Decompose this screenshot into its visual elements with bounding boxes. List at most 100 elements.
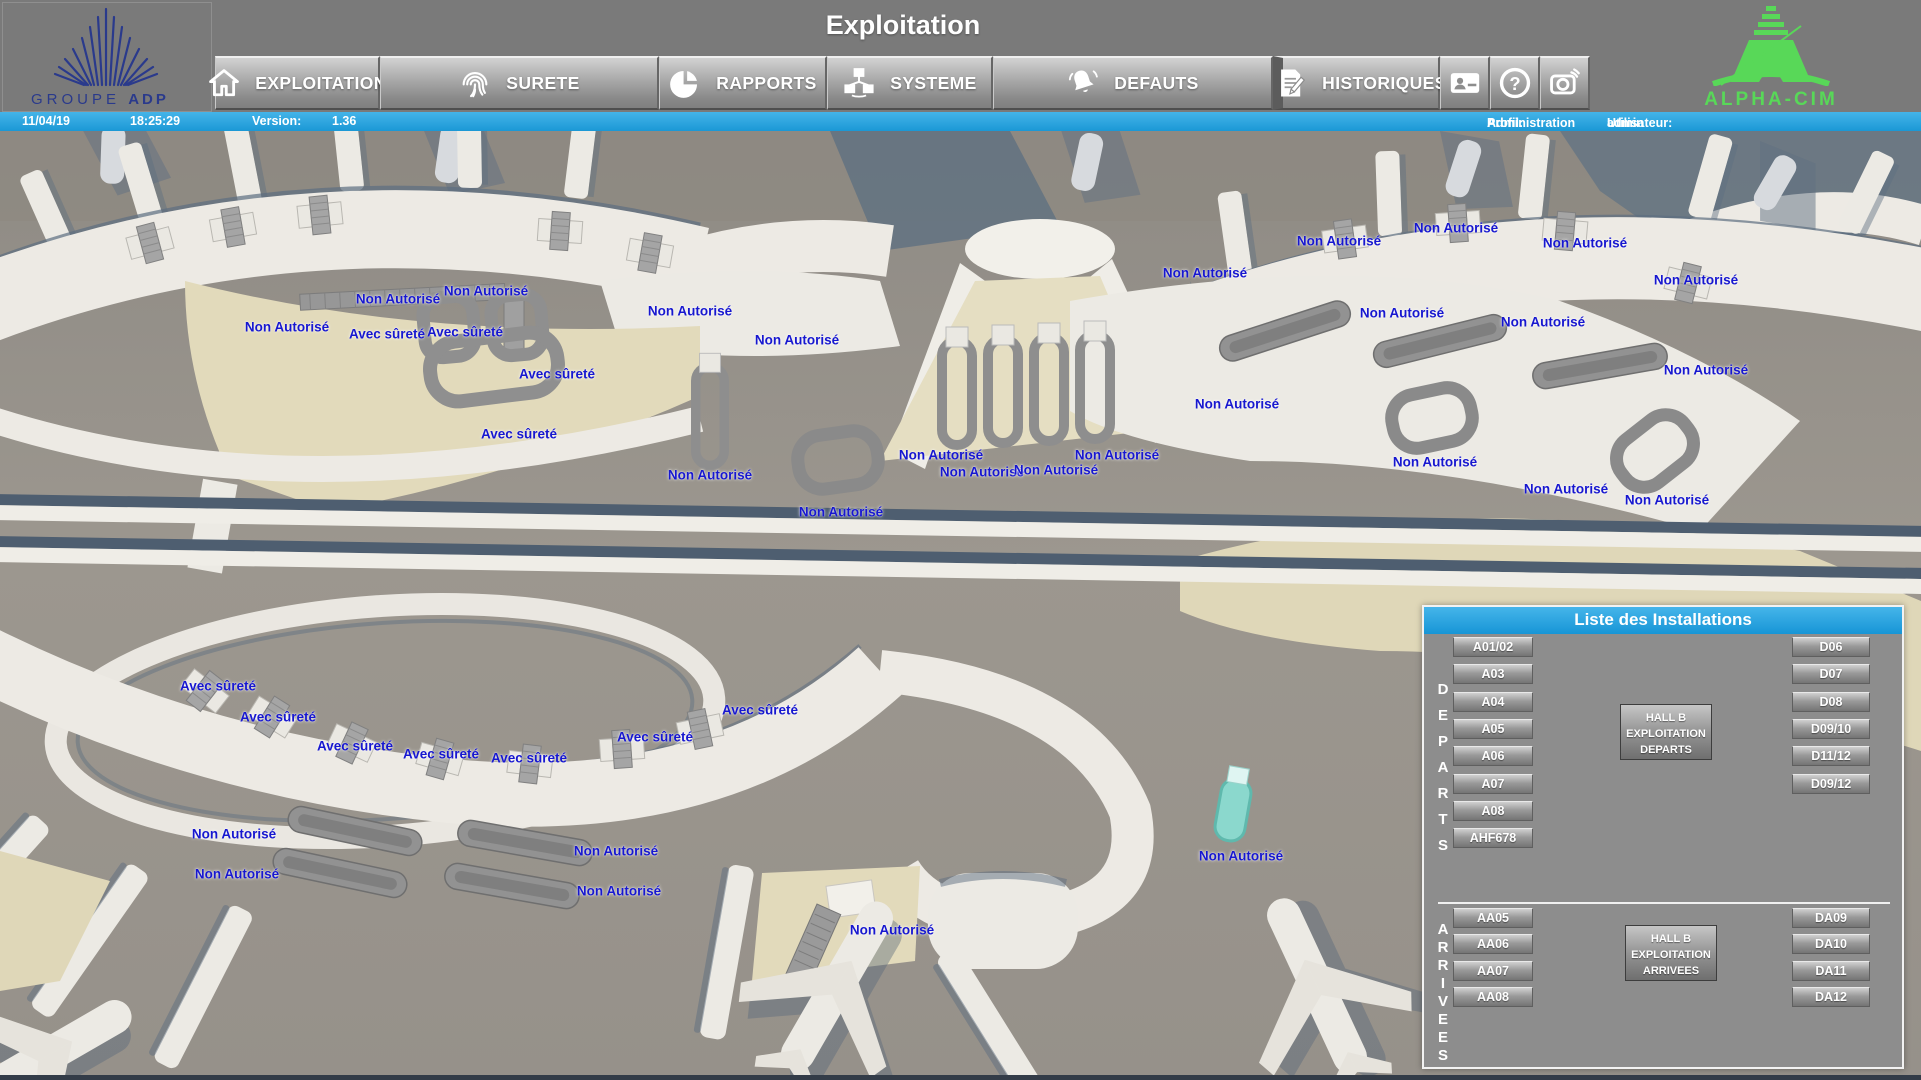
- alpha-cim-logo: ALPHA-CIM: [1661, 2, 1881, 110]
- nav-label: EXPLOITATION: [255, 73, 387, 94]
- map-status-label: Non Autorisé: [1664, 363, 1748, 378]
- version-value: 1.36: [332, 114, 356, 128]
- map-status-label: Non Autorisé: [1654, 273, 1738, 288]
- panel-divider: [1438, 902, 1890, 904]
- nav-label: HISTORIQUES: [1322, 73, 1447, 94]
- depart-installation-button[interactable]: D06: [1792, 637, 1870, 657]
- map-status-label: Non Autorisé: [356, 292, 440, 307]
- depart-installation-button[interactable]: A06: [1453, 746, 1533, 766]
- depart-installation-button[interactable]: A04: [1453, 692, 1533, 712]
- main-navigation: EXPLOITATION SURETE RAPPORTS SYSTEME DEFAUTS…: [215, 56, 1590, 110]
- groupe-adp-logo: GROUPE ADP: [2, 2, 212, 112]
- map-status-label: Non Autorisé: [1199, 849, 1283, 864]
- map-status-label: Avec sûreté: [403, 747, 479, 762]
- fingerprint-icon: [458, 66, 492, 100]
- map-status-label: Avec sûreté: [427, 325, 503, 340]
- installations-panel: Liste des Installations D E P A R T S A0…: [1422, 605, 1904, 1069]
- arrivee-installation-button[interactable]: DA12: [1792, 987, 1870, 1007]
- status-date: 11/04/19: [22, 114, 70, 128]
- depart-installation-button[interactable]: D08: [1792, 692, 1870, 712]
- depart-installation-button[interactable]: A05: [1453, 719, 1533, 739]
- alpha-cim-mark-icon: [1661, 2, 1881, 86]
- nav-button-defauts[interactable]: DEFAUTS: [993, 56, 1273, 110]
- arrivee-installation-button[interactable]: DA11: [1792, 961, 1870, 981]
- nav-button-rapports[interactable]: RAPPORTS: [659, 56, 827, 110]
- map-status-label: Non Autorisé: [1075, 448, 1159, 463]
- departs-vertical-label: D E P A R T S: [1432, 677, 1454, 859]
- svg-text:?: ?: [1509, 73, 1520, 94]
- map-status-label: Non Autorisé: [940, 465, 1024, 480]
- nav-button-systeme[interactable]: SYSTEME: [827, 56, 993, 110]
- map-status-label: Avec sûreté: [240, 710, 316, 725]
- depart-installation-button[interactable]: A01/02: [1453, 637, 1533, 657]
- map-status-label: Avec sûreté: [519, 367, 595, 382]
- depart-installation-button[interactable]: A08: [1453, 801, 1533, 821]
- panel-title: Liste des Installations: [1424, 607, 1902, 634]
- map-status-label: Non Autorisé: [192, 827, 276, 842]
- nav-button-historiques[interactable]: HISTORIQUES: [1273, 56, 1440, 110]
- depart-installation-button[interactable]: D11/12: [1792, 746, 1870, 766]
- map-status-label: Avec sûreté: [722, 703, 798, 718]
- arrivee-installation-button[interactable]: AA05: [1453, 908, 1533, 928]
- map-status-label: Avec sûreté: [349, 327, 425, 342]
- map-status-label: Non Autorisé: [1297, 234, 1381, 249]
- hall-b-departs-button[interactable]: HALL B EXPLOITATION DEPARTS: [1620, 704, 1712, 760]
- tool-button-badge[interactable]: [1440, 56, 1490, 110]
- tool-button-help[interactable]: ?: [1490, 56, 1540, 110]
- map-status-label: Non Autorisé: [799, 505, 883, 520]
- status-bar: 11/04/19 18:25:29 Version: 1.36 Profil: …: [0, 112, 1921, 131]
- status-time: 18:25:29: [130, 114, 180, 128]
- arrivee-installation-button[interactable]: DA10: [1792, 934, 1870, 954]
- hall-b-arrivees-button[interactable]: HALL B EXPLOITATION ARRIVEES: [1625, 925, 1717, 981]
- map-status-label: Non Autorisé: [1414, 221, 1498, 236]
- adp-spire-icon: [3, 3, 209, 89]
- map-status-label: Non Autorisé: [444, 284, 528, 299]
- arrivees-vertical-label: A R R I V E E S: [1432, 921, 1454, 1065]
- home-icon: [207, 66, 241, 100]
- nav-label: RAPPORTS: [716, 73, 816, 94]
- arrivee-installation-button[interactable]: AA06: [1453, 934, 1533, 954]
- help-icon: ?: [1498, 66, 1532, 100]
- map-status-label: Non Autorisé: [245, 320, 329, 335]
- depart-installation-button[interactable]: A07: [1453, 774, 1533, 794]
- arrivee-installation-button[interactable]: AA07: [1453, 961, 1533, 981]
- alpha-cim-wordmark: ALPHA-CIM: [1661, 89, 1881, 111]
- tool-button-snapshot[interactable]: [1540, 56, 1590, 110]
- map-status-label: Non Autorisé: [899, 448, 983, 463]
- map-status-label: Non Autorisé: [1625, 493, 1709, 508]
- map-status-label: Non Autorisé: [195, 867, 279, 882]
- version-label: Version:: [252, 114, 301, 128]
- map-status-label: Non Autorisé: [577, 884, 661, 899]
- map-status-label: Non Autorisé: [755, 333, 839, 348]
- exploitation-screen: GROUPE ADP Exploitation EXPLOITATION SURE…: [0, 0, 1921, 1080]
- map-status-label: Non Autorisé: [1163, 266, 1247, 281]
- nav-label: SYSTEME: [890, 73, 976, 94]
- nav-button-surete[interactable]: SURETE: [380, 56, 659, 110]
- id-card-icon: [1448, 66, 1482, 100]
- map-status-label: Non Autorisé: [574, 844, 658, 859]
- arrivee-installation-button[interactable]: AA08: [1453, 987, 1533, 1007]
- page-title: Exploitation: [826, 10, 981, 41]
- map-status-label: Non Autorisé: [1360, 306, 1444, 321]
- camera-icon: [1548, 66, 1582, 100]
- pie-chart-icon: [668, 66, 702, 100]
- map-status-label: Avec sûreté: [617, 730, 693, 745]
- bell-icon: [1066, 66, 1100, 100]
- map-status-label: Avec sûreté: [317, 739, 393, 754]
- nav-button-exploitation[interactable]: EXPLOITATION: [215, 56, 380, 110]
- depart-installation-button[interactable]: D07: [1792, 664, 1870, 684]
- nav-label: SURETE: [506, 73, 579, 94]
- arrivee-installation-button[interactable]: DA09: [1792, 908, 1870, 928]
- map-status-label: Non Autorisé: [1501, 315, 1585, 330]
- depart-installation-button[interactable]: A03: [1453, 664, 1533, 684]
- depart-installation-button[interactable]: D09/10: [1792, 719, 1870, 739]
- network-icon: [842, 66, 876, 100]
- nav-label: DEFAUTS: [1114, 73, 1198, 94]
- header-bar: GROUPE ADP Exploitation EXPLOITATION SURE…: [0, 0, 1921, 112]
- map-status-label: Non Autorisé: [648, 304, 732, 319]
- groupe-adp-wordmark: GROUPE ADP: [31, 91, 169, 108]
- map-status-label: Non Autorisé: [668, 468, 752, 483]
- depart-installation-button[interactable]: AHF678: [1453, 828, 1533, 848]
- map-status-label: Non Autorisé: [1393, 455, 1477, 470]
- depart-installation-button[interactable]: D09/12: [1792, 774, 1870, 794]
